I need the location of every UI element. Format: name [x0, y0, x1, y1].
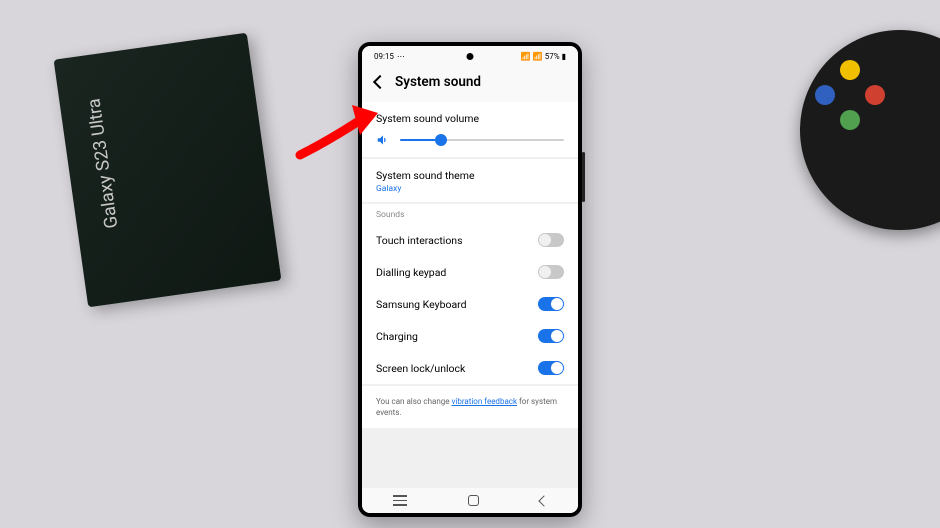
battery-percent: 57% [545, 52, 560, 61]
wifi-icon: 📶 [521, 52, 531, 61]
camera-cutout [467, 53, 474, 60]
toggle-row-dialling[interactable]: Dialling keypad [362, 256, 578, 288]
signal-icon: 📶 [533, 52, 543, 61]
volume-label: System sound volume [376, 112, 564, 125]
sounds-group-header: Sounds [362, 204, 578, 224]
product-box: Galaxy S23 Ultra [54, 33, 282, 308]
controller-y-button [840, 60, 860, 80]
toggle-row-touch[interactable]: Touch interactions [362, 224, 578, 256]
toggle-row-screenlock[interactable]: Screen lock/unlock [362, 352, 578, 384]
vibration-feedback-link[interactable]: vibration feedback [452, 397, 518, 406]
navigation-bar [362, 487, 578, 513]
touch-interactions-toggle[interactable] [538, 233, 564, 247]
toggle-row-charging[interactable]: Charging [362, 320, 578, 352]
footer-note: You can also change vibration feedback f… [362, 386, 578, 428]
screen-lock-toggle[interactable] [538, 361, 564, 375]
nav-home[interactable] [468, 495, 479, 506]
toggle-label: Touch interactions [376, 234, 463, 247]
theme-value: Galaxy [376, 184, 564, 194]
charging-toggle[interactable] [538, 329, 564, 343]
back-button[interactable] [373, 75, 387, 89]
slider-thumb[interactable] [435, 134, 447, 146]
toggle-label: Dialling keypad [376, 266, 446, 279]
nav-back[interactable] [538, 495, 549, 506]
status-indicators-left: ⋯ [397, 52, 405, 61]
controller-a-button [840, 110, 860, 130]
box-label: Galaxy S23 Ultra [83, 97, 122, 230]
controller-x-button [815, 85, 835, 105]
toggle-label: Samsung Keyboard [376, 298, 467, 311]
toggle-label: Screen lock/unlock [376, 362, 465, 375]
annotation-arrow [290, 95, 400, 169]
status-time: 09:15 [374, 52, 394, 61]
controller-b-button [865, 85, 885, 105]
theme-label: System sound theme [376, 169, 564, 182]
dialling-keypad-toggle[interactable] [538, 265, 564, 279]
footer-prefix: You can also change [376, 397, 452, 406]
game-controller [800, 30, 940, 230]
toggle-row-keyboard[interactable]: Samsung Keyboard [362, 288, 578, 320]
volume-slider[interactable] [400, 139, 564, 141]
battery-icon: ▮ [562, 52, 566, 61]
nav-recents[interactable] [393, 495, 407, 506]
toggle-label: Charging [376, 330, 418, 343]
samsung-keyboard-toggle[interactable] [538, 297, 564, 311]
page-title: System sound [395, 74, 481, 90]
phone-side-button [582, 152, 585, 202]
